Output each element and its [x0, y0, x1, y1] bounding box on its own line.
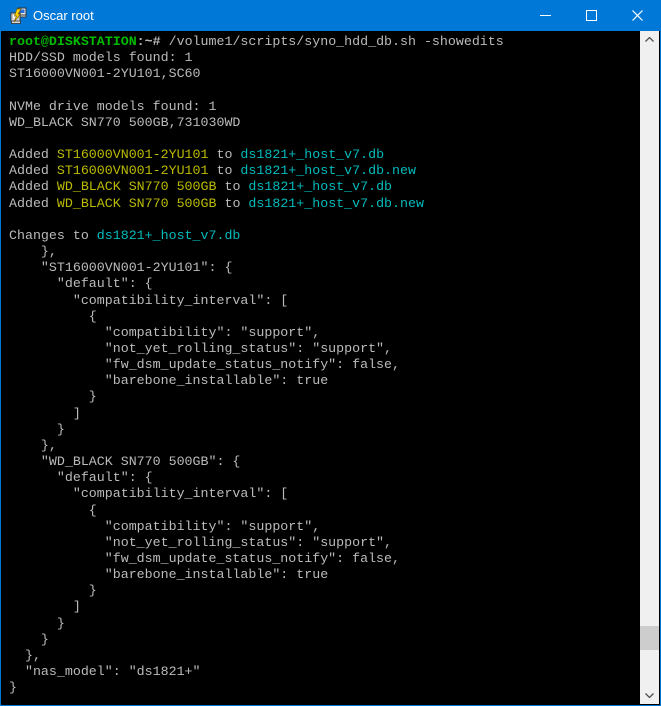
terminal-line — [9, 212, 640, 228]
terminal-line: root@DISKSTATION:~# /volume1/scripts/syn… — [9, 34, 640, 50]
terminal-line: } — [9, 583, 640, 599]
scrollbar-thumb[interactable] — [640, 626, 659, 650]
terminal-line: WD_BLACK SN770 500GB,731030WD — [9, 115, 640, 131]
terminal-line: "fw_dsm_update_status_notify": false, — [9, 357, 640, 373]
terminal-line: { — [9, 309, 640, 325]
terminal-window: Oscar root root@DISKSTATION:~# /volume1/… — [0, 0, 661, 706]
terminal-line: "barebone_installable": true — [9, 567, 640, 583]
terminal-line — [9, 82, 640, 98]
terminal-line: "default": { — [9, 276, 640, 292]
terminal-line: { — [9, 503, 640, 519]
terminal-line: Added WD_BLACK SN770 500GB to ds1821+_ho… — [9, 196, 640, 212]
titlebar[interactable]: Oscar root — [1, 0, 660, 31]
terminal-line: "compatibility": "support", — [9, 519, 640, 535]
terminal-line: } — [9, 680, 640, 696]
maximize-icon — [586, 10, 597, 21]
window-body: root@DISKSTATION:~# /volume1/scripts/syn… — [2, 31, 659, 704]
terminal-line: Added ST16000VN001-2YU101 to ds1821+_hos… — [9, 163, 640, 179]
terminal-line: }, — [9, 648, 640, 664]
terminal-line: "not_yet_rolling_status": "support", — [9, 535, 640, 551]
terminal-line: Added WD_BLACK SN770 500GB to ds1821+_ho… — [9, 179, 640, 195]
terminal-line: NVMe drive models found: 1 — [9, 99, 640, 115]
terminal-line: HDD/SSD models found: 1 — [9, 50, 640, 66]
terminal-line: "compatibility_interval": [ — [9, 486, 640, 502]
terminal-line: "default": { — [9, 470, 640, 486]
window-controls — [522, 0, 660, 31]
terminal-output[interactable]: root@DISKSTATION:~# /volume1/scripts/syn… — [2, 31, 640, 704]
chevron-down-icon — [645, 693, 654, 698]
terminal-line: Added ST16000VN001-2YU101 to ds1821+_hos… — [9, 147, 640, 163]
terminal-line: "barebone_installable": true — [9, 373, 640, 389]
scroll-down-button[interactable] — [640, 687, 659, 704]
terminal-line: "compatibility_interval": [ — [9, 293, 640, 309]
minimize-button[interactable] — [522, 0, 568, 31]
terminal-line: "WD_BLACK SN770 500GB": { — [9, 454, 640, 470]
scrollbar[interactable] — [640, 31, 659, 704]
terminal-line: ] — [9, 599, 640, 615]
terminal-line: } — [9, 389, 640, 405]
maximize-button[interactable] — [568, 0, 614, 31]
terminal-line: "ST16000VN001-2YU101": { — [9, 260, 640, 276]
close-icon — [632, 10, 643, 21]
terminal-line: } — [9, 632, 640, 648]
terminal-line — [9, 131, 640, 147]
terminal-line: ST16000VN001-2YU101,SC60 — [9, 66, 640, 82]
terminal-line: ] — [9, 406, 640, 422]
terminal-line: } — [9, 616, 640, 632]
chevron-up-icon — [645, 37, 654, 42]
terminal-line: }, — [9, 244, 640, 260]
scroll-up-button[interactable] — [640, 31, 659, 48]
terminal-line: "fw_dsm_update_status_notify": false, — [9, 551, 640, 567]
minimize-icon — [540, 15, 551, 16]
putty-app-icon[interactable] — [10, 7, 28, 25]
terminal-line: "nas_model": "ds1821+" — [9, 664, 640, 680]
terminal-line: Changes to ds1821+_host_v7.db — [9, 228, 640, 244]
terminal-line: "not_yet_rolling_status": "support", — [9, 341, 640, 357]
terminal-line: }, — [9, 438, 640, 454]
terminal-line: } — [9, 422, 640, 438]
terminal-line: "compatibility": "support", — [9, 325, 640, 341]
close-button[interactable] — [614, 0, 660, 31]
window-title: Oscar root — [33, 0, 522, 31]
